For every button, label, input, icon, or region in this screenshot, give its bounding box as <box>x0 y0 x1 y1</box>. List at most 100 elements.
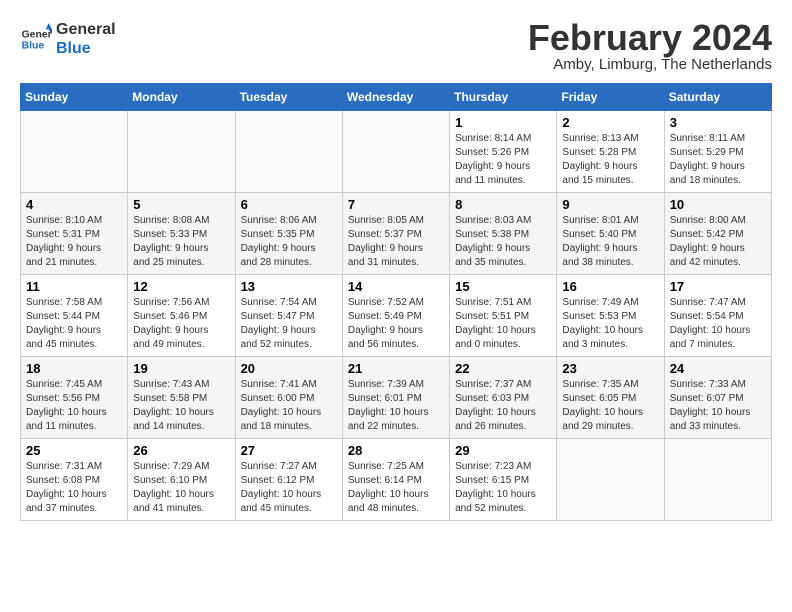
calendar-cell <box>342 111 449 193</box>
calendar-week: 18 Sunrise: 7:45 AM Sunset: 5:56 PM Dayli… <box>21 357 772 439</box>
calendar-cell: 3 Sunrise: 8:11 AM Sunset: 5:29 PM Daylig… <box>664 111 771 193</box>
day-info: Sunrise: 7:31 AM Sunset: 6:08 PM Dayligh… <box>26 460 122 516</box>
calendar-cell: 15 Sunrise: 7:51 AM Sunset: 5:51 PM Dayli… <box>450 275 557 357</box>
day-number: 17 <box>670 279 766 294</box>
day-number: 19 <box>133 361 229 376</box>
weekday-header: Tuesday <box>235 84 342 111</box>
calendar-cell <box>128 111 235 193</box>
day-info: Sunrise: 7:47 AM Sunset: 5:54 PM Dayligh… <box>670 296 766 352</box>
calendar-cell: 6 Sunrise: 8:06 AM Sunset: 5:35 PM Daylig… <box>235 193 342 275</box>
calendar-cell: 9 Sunrise: 8:01 AM Sunset: 5:40 PM Daylig… <box>557 193 664 275</box>
day-number: 8 <box>455 197 551 212</box>
calendar-cell: 1 Sunrise: 8:14 AM Sunset: 5:26 PM Daylig… <box>450 111 557 193</box>
weekday-header: Monday <box>128 84 235 111</box>
day-info: Sunrise: 8:01 AM Sunset: 5:40 PM Dayligh… <box>562 214 658 270</box>
logo: General Blue General Blue <box>20 20 116 58</box>
day-number: 4 <box>26 197 122 212</box>
weekday-header: Friday <box>557 84 664 111</box>
calendar-cell: 7Sunrise: 8:05 AM Sunset: 5:37 PM Daylig… <box>342 193 449 275</box>
calendar-header: SundayMondayTuesdayWednesdayThursdayFrid… <box>21 84 772 111</box>
day-number: 29 <box>455 443 551 458</box>
day-number: 13 <box>241 279 337 294</box>
day-info: Sunrise: 7:39 AM Sunset: 6:01 PM Dayligh… <box>348 378 444 434</box>
day-number: 15 <box>455 279 551 294</box>
day-number: 24 <box>670 361 766 376</box>
day-number: 27 <box>241 443 337 458</box>
day-number: 3 <box>670 115 766 130</box>
day-info: Sunrise: 7:37 AM Sunset: 6:03 PM Dayligh… <box>455 378 551 434</box>
calendar-cell: 27 Sunrise: 7:27 AM Sunset: 6:12 PM Dayli… <box>235 439 342 521</box>
day-number: 16 <box>562 279 658 294</box>
day-info: Sunrise: 7:29 AM Sunset: 6:10 PM Dayligh… <box>133 460 229 516</box>
day-info: Sunrise: 8:08 AM Sunset: 5:33 PM Dayligh… <box>133 214 229 270</box>
day-number: 20 <box>241 361 337 376</box>
day-number: 25 <box>26 443 122 458</box>
day-info: Sunrise: 7:56 AM Sunset: 5:46 PM Dayligh… <box>133 296 229 352</box>
day-info: Sunrise: 8:00 AM Sunset: 5:42 PM Dayligh… <box>670 214 766 270</box>
svg-text:Blue: Blue <box>22 41 45 52</box>
calendar-cell: 22 Sunrise: 7:37 AM Sunset: 6:03 PM Dayli… <box>450 357 557 439</box>
day-info: Sunrise: 8:14 AM Sunset: 5:26 PM Dayligh… <box>455 132 551 188</box>
day-number: 2 <box>562 115 658 130</box>
calendar-cell: 24 Sunrise: 7:33 AM Sunset: 6:07 PM Dayli… <box>664 357 771 439</box>
day-info: Sunrise: 8:13 AM Sunset: 5:28 PM Dayligh… <box>562 132 658 188</box>
day-info: Sunrise: 7:23 AM Sunset: 6:15 PM Dayligh… <box>455 460 551 516</box>
day-number: 12 <box>133 279 229 294</box>
day-info: Sunrise: 7:49 AM Sunset: 5:53 PM Dayligh… <box>562 296 658 352</box>
day-number: 28 <box>348 443 444 458</box>
day-info: Sunrise: 8:06 AM Sunset: 5:35 PM Dayligh… <box>241 214 337 270</box>
calendar-cell: 23Sunrise: 7:35 AM Sunset: 6:05 PM Dayli… <box>557 357 664 439</box>
calendar-cell: 18 Sunrise: 7:45 AM Sunset: 5:56 PM Dayli… <box>21 357 128 439</box>
day-info: Sunrise: 7:35 AM Sunset: 6:05 PM Dayligh… <box>562 378 658 434</box>
day-info: Sunrise: 8:10 AM Sunset: 5:31 PM Dayligh… <box>26 214 122 270</box>
calendar-cell: 10 Sunrise: 8:00 AM Sunset: 5:42 PM Dayli… <box>664 193 771 275</box>
calendar-cell: 5Sunrise: 8:08 AM Sunset: 5:33 PM Daylig… <box>128 193 235 275</box>
calendar-cell: 12 Sunrise: 7:56 AM Sunset: 5:46 PM Dayli… <box>128 275 235 357</box>
calendar-cell: 26 Sunrise: 7:29 AM Sunset: 6:10 PM Dayli… <box>128 439 235 521</box>
day-number: 1 <box>455 115 551 130</box>
calendar-cell: 29 Sunrise: 7:23 AM Sunset: 6:15 PM Dayli… <box>450 439 557 521</box>
day-info: Sunrise: 7:58 AM Sunset: 5:44 PM Dayligh… <box>26 296 122 352</box>
day-info: Sunrise: 7:33 AM Sunset: 6:07 PM Dayligh… <box>670 378 766 434</box>
weekday-header: Saturday <box>664 84 771 111</box>
day-number: 21 <box>348 361 444 376</box>
day-number: 18 <box>26 361 122 376</box>
day-info: Sunrise: 7:52 AM Sunset: 5:49 PM Dayligh… <box>348 296 444 352</box>
calendar-week: 11Sunrise: 7:58 AM Sunset: 5:44 PM Dayli… <box>21 275 772 357</box>
day-number: 9 <box>562 197 658 212</box>
day-info: Sunrise: 7:43 AM Sunset: 5:58 PM Dayligh… <box>133 378 229 434</box>
logo-icon: General Blue <box>20 23 52 55</box>
logo-blue: Blue <box>56 39 116 58</box>
day-info: Sunrise: 7:27 AM Sunset: 6:12 PM Dayligh… <box>241 460 337 516</box>
day-info: Sunrise: 7:51 AM Sunset: 5:51 PM Dayligh… <box>455 296 551 352</box>
calendar-cell: 21 Sunrise: 7:39 AM Sunset: 6:01 PM Dayli… <box>342 357 449 439</box>
day-info: Sunrise: 8:03 AM Sunset: 5:38 PM Dayligh… <box>455 214 551 270</box>
calendar-cell: 20 Sunrise: 7:41 AM Sunset: 6:00 PM Dayli… <box>235 357 342 439</box>
day-info: Sunrise: 7:41 AM Sunset: 6:00 PM Dayligh… <box>241 378 337 434</box>
day-number: 26 <box>133 443 229 458</box>
calendar-cell <box>21 111 128 193</box>
calendar-cell <box>557 439 664 521</box>
page-header: General Blue General Blue February 2024 … <box>20 20 772 73</box>
day-info: Sunrise: 7:45 AM Sunset: 5:56 PM Dayligh… <box>26 378 122 434</box>
day-number: 6 <box>241 197 337 212</box>
day-number: 14 <box>348 279 444 294</box>
calendar-cell: 8 Sunrise: 8:03 AM Sunset: 5:38 PM Daylig… <box>450 193 557 275</box>
calendar-week: 25 Sunrise: 7:31 AM Sunset: 6:08 PM Dayli… <box>21 439 772 521</box>
day-info: Sunrise: 8:05 AM Sunset: 5:37 PM Dayligh… <box>348 214 444 270</box>
month-title: February 2024 <box>528 20 772 56</box>
calendar-cell: 14 Sunrise: 7:52 AM Sunset: 5:49 PM Dayli… <box>342 275 449 357</box>
day-number: 22 <box>455 361 551 376</box>
day-info: Sunrise: 8:11 AM Sunset: 5:29 PM Dayligh… <box>670 132 766 188</box>
day-number: 10 <box>670 197 766 212</box>
calendar-cell: 25 Sunrise: 7:31 AM Sunset: 6:08 PM Dayli… <box>21 439 128 521</box>
calendar-body: 1 Sunrise: 8:14 AM Sunset: 5:26 PM Daylig… <box>21 111 772 521</box>
title-block: February 2024 Amby, Limburg, The Netherl… <box>528 20 772 73</box>
calendar-cell: 28 Sunrise: 7:25 AM Sunset: 6:14 PM Dayli… <box>342 439 449 521</box>
calendar-cell: 4 Sunrise: 8:10 AM Sunset: 5:31 PM Daylig… <box>21 193 128 275</box>
calendar-cell: 19 Sunrise: 7:43 AM Sunset: 5:58 PM Dayli… <box>128 357 235 439</box>
calendar-cell: 17 Sunrise: 7:47 AM Sunset: 5:54 PM Dayli… <box>664 275 771 357</box>
svg-text:General: General <box>22 30 52 41</box>
calendar-table: SundayMondayTuesdayWednesdayThursdayFrid… <box>20 83 772 521</box>
day-info: Sunrise: 7:25 AM Sunset: 6:14 PM Dayligh… <box>348 460 444 516</box>
